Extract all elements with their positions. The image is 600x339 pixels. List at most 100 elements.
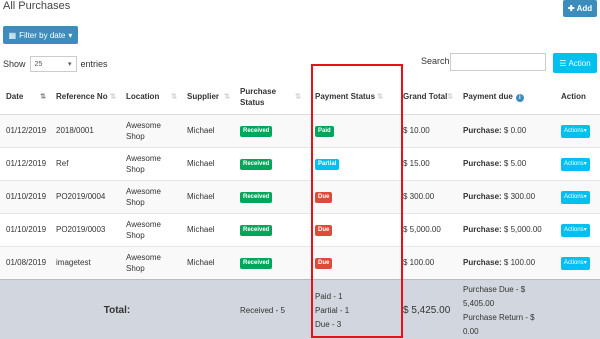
table-row[interactable]: 01/12/2019 Ref Awesome Shop Michael Rece… [0,146,600,180]
caret-down-icon: ▾ [68,30,73,40]
action-button-label: Action [568,58,591,68]
cell-purchase-status: Received [234,245,305,279]
footer-action-empty [555,278,600,339]
cell-reference-no: 2018/0001 [50,113,120,147]
column-header-date[interactable]: Date ⇅ [0,80,50,115]
status-badge: Received [240,225,273,236]
show-label: Show [3,59,26,69]
cell-grand-total: $ 10.00 [397,113,457,147]
sort-icon: ⇅ [40,93,46,101]
info-icon[interactable]: i [515,94,524,103]
list-icon: ☰ [559,58,567,68]
actions-dropdown-button[interactable]: Actions▾ [561,223,590,237]
cell-date: 01/10/2019 [0,179,50,213]
cell-grand-total: $ 15.00 [397,146,457,180]
cell-location: Awesome Shop [120,146,181,180]
add-button-label: Add [576,4,593,13]
actions-dropdown-button[interactable]: Actions▾ [561,256,590,270]
calendar-icon: ▦ [8,30,17,40]
status-badge: Received [240,258,273,269]
cell-date: 01/10/2019 [0,212,50,246]
cell-payment-status: Partial [305,146,397,180]
cell-supplier: Michael [181,179,234,213]
cell-date: 01/08/2019 [0,245,50,279]
plus-icon: ✚ [567,4,575,13]
cell-purchase-status: Received [234,113,305,147]
footer-partial-count: Partial - 1 [315,305,350,315]
cell-reference-no: imagetest [50,245,120,279]
table-row[interactable]: 01/10/2019 PO2019/0003 Awesome Shop Mich… [0,212,600,246]
sort-icon: ⇅ [110,93,116,101]
footer-due-count: Due - 3 [315,319,342,329]
footer-purchase-status: Received - 5 [234,278,305,339]
entries-label: entries [80,59,108,69]
table-row[interactable]: 01/12/2019 2018/0001 Awesome Shop Michae… [0,113,600,147]
purchases-table: Date ⇅ Reference No ⇅ Location ⇅ Supplier ⇅ … [0,80,600,339]
total-label: Total: [0,278,234,339]
cell-purchase-status: Received [234,212,305,246]
action-button[interactable]: ☰ Action [553,53,597,73]
actions-dropdown-button[interactable]: Actions▾ [561,157,590,171]
payment-status-badge[interactable]: Partial [315,159,340,170]
cell-date: 01/12/2019 [0,146,50,180]
table-row[interactable]: 01/10/2019 PO2019/0004 Awesome Shop Mich… [0,179,600,213]
cell-payment-status: Paid [305,113,397,147]
cell-action: Actions▾ [555,179,600,213]
sort-icon: ⇅ [171,93,177,101]
payment-status-badge[interactable]: Due [315,192,333,203]
sort-icon: ⇅ [295,93,301,101]
cell-reference-no: PO2019/0003 [50,212,120,246]
cell-action: Actions▾ [555,212,600,246]
add-button[interactable]: ✚ Add [563,0,597,17]
filter-by-date-label: Filter by date [19,30,66,40]
status-badge: Received [240,159,273,170]
payment-status-badge[interactable]: Due [315,258,333,269]
column-header-payment-due: Payment due i [457,80,555,115]
cell-payment-due: Purchase: $ 100.00 [457,245,555,279]
cell-purchase-status: Received [234,146,305,180]
table-footer-row: Total: Received - 5 Paid - 1 Partial - 1… [0,278,600,339]
column-header-reference-no[interactable]: Reference No ⇅ [50,80,120,115]
footer-paid-count: Paid - 1 [315,291,343,301]
cell-action: Actions▾ [555,113,600,147]
entries-length-control: Show 25 ▾ entries [3,56,108,72]
footer-payment-status: Paid - 1 Partial - 1 Due - 3 [305,278,397,339]
search-label: Search: [421,56,453,66]
cell-payment-status: Due [305,212,397,246]
cell-payment-due: Purchase: $ 5.00 [457,146,555,180]
cell-payment-status: Due [305,179,397,213]
footer-grand-total: $ 5,425.00 [397,278,457,339]
column-header-location[interactable]: Location ⇅ [120,80,181,115]
cell-payment-due: Purchase: $ 0.00 [457,113,555,147]
cell-supplier: Michael [181,212,234,246]
cell-location: Awesome Shop [120,179,181,213]
column-header-payment-status[interactable]: Payment Status ⇅ [305,80,397,115]
cell-purchase-status: Received [234,179,305,213]
footer-purchase-due-line1: Purchase Due - $ [463,284,526,294]
column-header-grand-total[interactable]: Grand Total ⇅ [397,80,457,115]
page-title: All Purchases [3,0,71,12]
payment-status-badge[interactable]: Paid [315,126,334,137]
actions-dropdown-button[interactable]: Actions▾ [561,190,590,204]
entries-select[interactable]: 25 ▾ [29,56,77,72]
cell-supplier: Michael [181,146,234,180]
cell-location: Awesome Shop [120,113,181,147]
footer-purchase-due-line2: 5,405.00 [463,298,495,308]
cell-payment-status: Due [305,245,397,279]
search-input[interactable] [450,53,546,71]
table-row[interactable]: 01/08/2019 imagetest Awesome Shop Michae… [0,245,600,279]
cell-location: Awesome Shop [120,245,181,279]
filter-by-date-button[interactable]: ▦ Filter by date ▾ [3,26,78,44]
cell-grand-total: $ 100.00 [397,245,457,279]
column-header-supplier[interactable]: Supplier ⇅ [181,80,234,115]
cell-location: Awesome Shop [120,212,181,246]
actions-dropdown-button[interactable]: Actions▾ [561,124,590,138]
column-header-purchase-status[interactable]: Purchase Status ⇅ [234,80,305,115]
payment-status-badge[interactable]: Due [315,225,333,236]
cell-grand-total: $ 300.00 [397,179,457,213]
entries-select-value: 25 [34,60,43,68]
status-badge: Received [240,126,273,137]
cell-action: Actions▾ [555,146,600,180]
cell-action: Actions▾ [555,245,600,279]
chevron-down-icon: ▾ [68,61,72,68]
